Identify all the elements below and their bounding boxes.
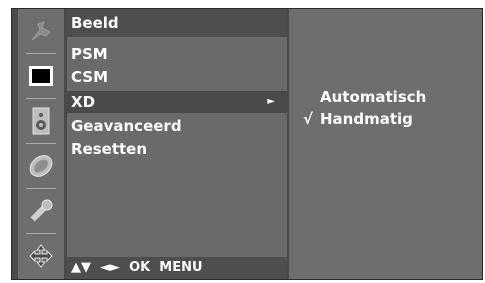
- option-handmatig[interactable]: √ Handmatig: [289, 108, 479, 130]
- check-mark: √: [303, 110, 314, 128]
- menu-item-label: PSM: [71, 45, 108, 63]
- menu-title: Beeld: [67, 9, 287, 37]
- setup-icon[interactable]: [18, 9, 64, 53]
- audio-icon[interactable]: [18, 99, 64, 143]
- menu-item-psm[interactable]: PSM: [67, 43, 287, 65]
- menu-item-label: XD: [71, 93, 96, 111]
- option-label: Automatisch: [320, 88, 427, 106]
- menu-item-label: Resetten: [71, 140, 148, 158]
- menu-item-xd[interactable]: XD ►: [67, 91, 287, 113]
- time-icon[interactable]: [18, 144, 64, 188]
- navigation-hint-bar: ▲▼ ◄► OK MENU: [67, 257, 287, 279]
- menu-item-resetten[interactable]: Resetten: [67, 138, 287, 160]
- menu-item-geavanceerd[interactable]: Geavanceerd: [67, 115, 287, 137]
- option-automatisch[interactable]: Automatisch: [289, 86, 479, 108]
- submenu-arrow-icon: ►: [267, 96, 275, 107]
- option-icon[interactable]: [18, 189, 64, 233]
- menu-panel: Beeld PSM CSM XD ► Geavanceerd Resetten …: [67, 9, 287, 279]
- option-label: Handmatig: [320, 110, 413, 128]
- submenu-panel: Automatisch √ Handmatig: [289, 9, 482, 279]
- menu-item-csm[interactable]: CSM: [67, 66, 287, 88]
- category-icon-column: [18, 9, 64, 279]
- input-icon[interactable]: [18, 234, 64, 278]
- picture-icon[interactable]: [18, 54, 64, 98]
- tv-osd-menu: Beeld PSM CSM XD ► Geavanceerd Resetten …: [11, 8, 483, 280]
- menu-item-label: Geavanceerd: [71, 117, 182, 135]
- menu-item-label: CSM: [71, 68, 109, 86]
